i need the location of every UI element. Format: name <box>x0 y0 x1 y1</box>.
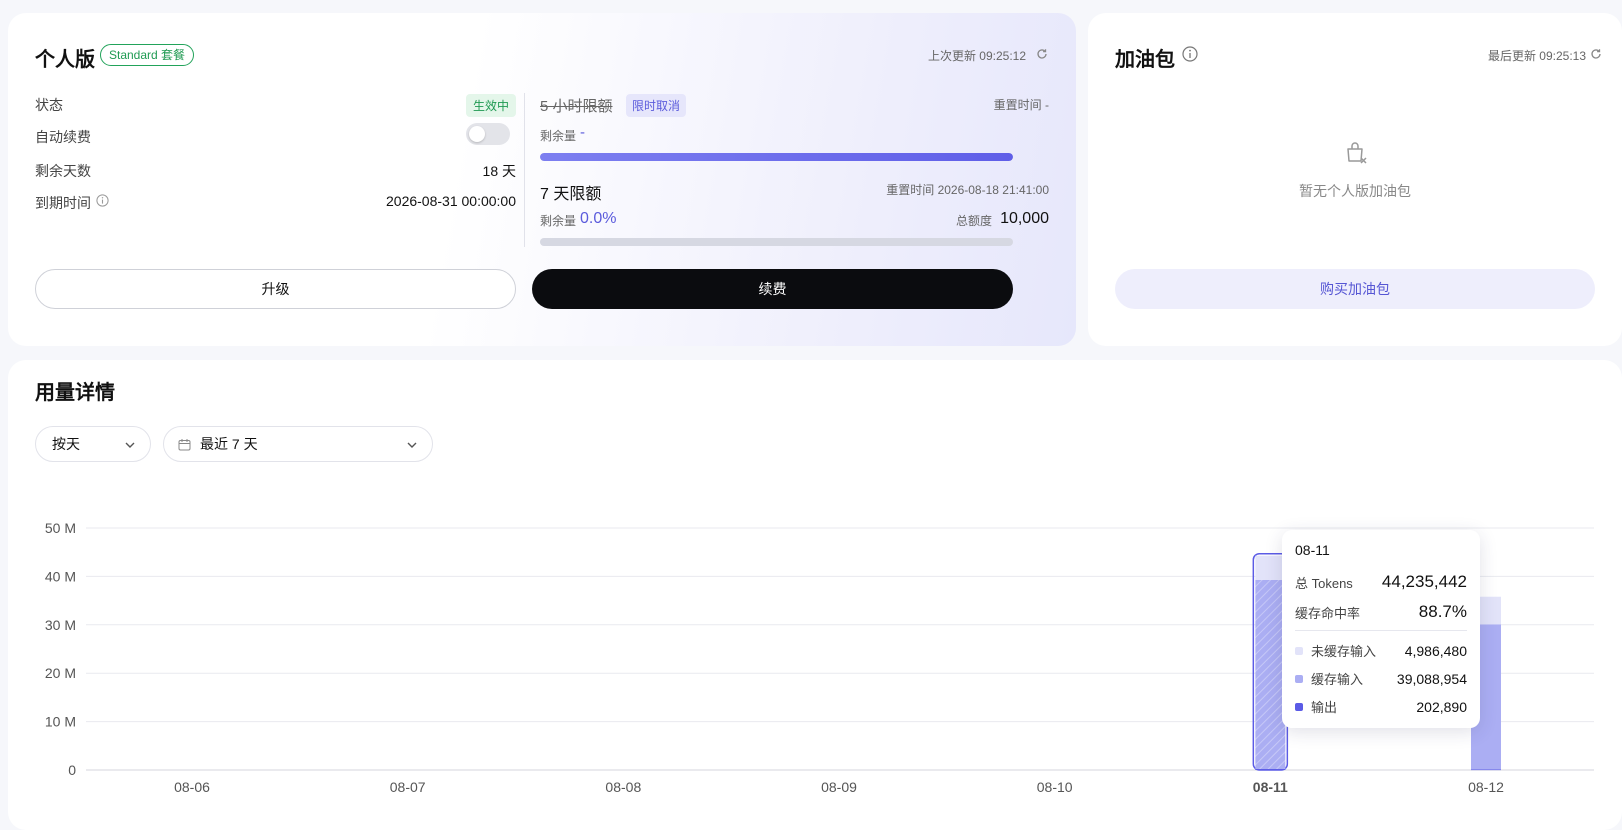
tooltip-row-label: 缓存输入 <box>1311 672 1364 687</box>
y-tick-label: 0 <box>68 762 76 778</box>
x-tick-label: 08-12 <box>1468 779 1504 795</box>
x-tick-label: 08-07 <box>390 779 426 795</box>
y-tick-label: 50 M <box>45 520 76 536</box>
legend-swatch-uncached <box>1295 646 1303 655</box>
tooltip-hit-label: 缓存命中率 <box>1295 605 1361 621</box>
tooltip-row-label: 输出 <box>1311 700 1338 715</box>
bar-output[interactable] <box>1471 769 1501 771</box>
y-tick-label: 40 M <box>45 568 76 584</box>
y-tick-label: 10 M <box>45 714 76 730</box>
x-tick-label: 08-08 <box>605 779 641 795</box>
chart-tooltip: 08-11 总 Tokens 44,235,442 缓存命中率 88.7% 未缓… <box>1282 530 1480 728</box>
x-tick-label: 08-11 <box>1253 779 1288 795</box>
x-tick-label: 08-10 <box>1037 779 1073 795</box>
x-tick-label: 08-09 <box>821 779 857 795</box>
legend-swatch-cached <box>1295 674 1303 683</box>
tooltip-row-value: 4,986,480 <box>1404 642 1467 659</box>
tooltip-total-label: 总 Tokens <box>1295 575 1353 591</box>
bar-output[interactable] <box>1255 769 1286 770</box>
tooltip-row-value: 202,890 <box>1416 698 1467 715</box>
tooltip-row-value: 39,088,954 <box>1396 670 1467 687</box>
x-tick-label: 08-06 <box>174 779 210 795</box>
tooltip-hit-value: 88.7% <box>1418 602 1467 621</box>
tooltip-total-value: 44,235,442 <box>1381 572 1467 591</box>
y-tick-label: 30 M <box>45 617 76 633</box>
tooltip-date: 08-11 <box>1295 542 1330 558</box>
bar-uncached-input[interactable] <box>1255 555 1286 580</box>
y-tick-label: 20 M <box>45 665 76 681</box>
bar-cached-input[interactable] <box>1255 579 1286 770</box>
tooltip-row-label: 未缓存输入 <box>1311 644 1377 659</box>
legend-swatch-output <box>1295 702 1303 711</box>
